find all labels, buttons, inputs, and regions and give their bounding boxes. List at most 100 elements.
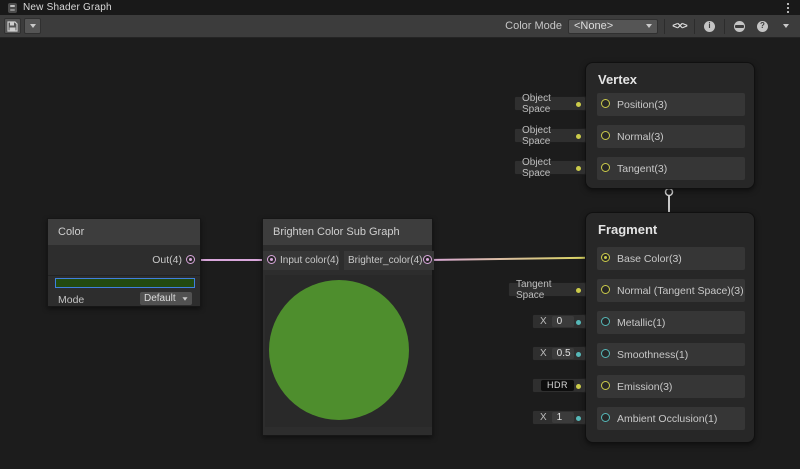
chevron-down-icon	[182, 297, 187, 300]
hdr-color-field[interactable]: HDR	[541, 380, 574, 391]
shader-graph-window: New Shader Graph Color Mode <None>	[0, 0, 800, 469]
tangent-space-pill[interactable]: Object Space	[514, 160, 586, 175]
mode-value: Default	[144, 293, 176, 304]
port-color-out[interactable]	[186, 255, 195, 264]
subgraph-output-slot[interactable]: Brighter_color(4)	[344, 251, 434, 270]
pill-port-dot	[576, 166, 581, 171]
ambient-occlusion-value-field[interactable]: 1	[552, 412, 574, 423]
port-position[interactable]	[601, 99, 610, 108]
main-preview-button[interactable]	[731, 18, 748, 34]
normal-space-pill[interactable]: Tangent Space	[508, 282, 586, 297]
fragment-slot-emission[interactable]: Emission(3)	[597, 375, 745, 398]
pill-port-dot	[576, 384, 581, 389]
subgraph-node-title: Brighten Color Sub Graph	[263, 219, 432, 245]
inspector-button[interactable]: i	[701, 18, 718, 34]
vertex-slot-tangent[interactable]: Tangent(3)	[597, 157, 745, 180]
x-label: X	[540, 412, 547, 423]
help-button[interactable]: ?	[754, 18, 771, 34]
slot-label: Ambient Occlusion(1)	[617, 413, 717, 425]
pill-port-dot	[576, 102, 581, 107]
fragment-slot-smoothness[interactable]: Smoothness(1)	[597, 343, 745, 366]
slot-label: Metallic(1)	[617, 317, 665, 329]
fragment-slot-normal[interactable]: Normal (Tangent Space)(3)	[597, 279, 745, 302]
x-label: X	[540, 316, 547, 327]
normal-space-pill[interactable]: Object Space	[514, 128, 586, 143]
fragment-slot-base-color[interactable]: Base Color(3)	[597, 247, 745, 270]
fragment-slot-metallic[interactable]: Metallic(1)	[597, 311, 745, 334]
smoothness-value-pill[interactable]: X 0.5	[532, 346, 586, 361]
toolbar-more-dropdown[interactable]	[777, 18, 794, 34]
pill-label: Object Space	[522, 125, 573, 147]
fragment-node-title: Fragment	[586, 213, 754, 237]
port-tangent[interactable]	[601, 163, 610, 172]
pill-port-dot	[576, 288, 581, 293]
smoothness-value-field[interactable]: 0.5	[552, 348, 574, 359]
brighten-color-subgraph-node[interactable]: Brighten Color Sub Graph Input color(4) …	[262, 218, 433, 436]
port-emission[interactable]	[601, 381, 610, 390]
port-brighter-color[interactable]	[423, 255, 432, 264]
save-options-dropdown[interactable]	[24, 18, 41, 34]
port-base-color[interactable]	[601, 253, 610, 262]
vertex-node[interactable]: Vertex Position(3) Normal(3) Tangent(3)	[585, 62, 755, 189]
metallic-value-field[interactable]: 0	[552, 316, 574, 327]
position-space-pill[interactable]: Object Space	[514, 96, 586, 111]
chevron-down-icon	[783, 24, 789, 28]
preview-sphere-icon	[734, 21, 745, 32]
port-normal[interactable]	[601, 131, 610, 140]
slot-label: Normal(3)	[617, 131, 664, 143]
metallic-value-pill[interactable]: X 0	[532, 314, 586, 329]
window-title: New Shader Graph	[23, 2, 112, 13]
port-metallic[interactable]	[601, 317, 610, 326]
more-menu-icon[interactable]	[787, 3, 790, 13]
pill-port-dot	[576, 352, 581, 357]
slot-label: Emission(3)	[617, 381, 672, 393]
shader-graph-asset-icon	[8, 3, 17, 13]
ambient-occlusion-value-pill[interactable]: X 1	[532, 410, 586, 425]
slot-label: Brighter_color(4)	[348, 255, 422, 266]
out-port-label: Out(4)	[152, 254, 182, 266]
pill-label: Object Space	[522, 93, 573, 115]
preview-sphere	[269, 280, 409, 420]
port-input-color[interactable]	[267, 255, 276, 264]
color-mode-dropdown[interactable]: <None>	[568, 19, 658, 34]
help-icon: ?	[757, 21, 768, 32]
color-node[interactable]: Color Out(4) Mode Default	[47, 218, 201, 307]
toolbar: Color Mode <None> <×> i ?	[0, 15, 800, 38]
save-icon	[7, 21, 18, 32]
mode-label: Mode	[58, 294, 84, 306]
toolbar-separator	[694, 19, 695, 34]
wire-subgraph-to-basecolor	[427, 258, 605, 261]
slot-label: Smoothness(1)	[617, 349, 688, 361]
x-label: X	[540, 348, 547, 359]
port-smoothness[interactable]	[601, 349, 610, 358]
color-mode-label: Color Mode	[505, 20, 562, 32]
pill-label: Object Space	[522, 157, 573, 179]
vertex-slot-normal[interactable]: Normal(3)	[597, 125, 745, 148]
color-mode-value: <None>	[574, 20, 613, 32]
info-icon: i	[704, 21, 715, 32]
color-node-title: Color	[48, 219, 200, 245]
emission-hdr-pill[interactable]: HDR	[532, 378, 586, 393]
vertex-slot-position[interactable]: Position(3)	[597, 93, 745, 116]
toolbar-separator	[724, 19, 725, 34]
slot-label: Tangent(3)	[617, 163, 667, 175]
vertex-node-title: Vertex	[586, 63, 754, 87]
port-ambient-occlusion[interactable]	[601, 413, 610, 422]
color-mode-select[interactable]: Default	[140, 292, 192, 305]
view-code-button[interactable]: <×>	[671, 18, 688, 34]
color-swatch-field[interactable]	[55, 278, 195, 288]
pill-port-dot	[576, 134, 581, 139]
port-normal-ts[interactable]	[601, 285, 610, 294]
node-divider	[48, 275, 200, 276]
slot-label: Normal (Tangent Space)(3)	[617, 285, 744, 297]
chevron-down-icon	[30, 24, 36, 28]
node-preview	[265, 275, 432, 427]
pill-port-dot	[576, 320, 581, 325]
slot-label: Position(3)	[617, 99, 667, 111]
fragment-slot-ambient-occlusion[interactable]: Ambient Occlusion(1)	[597, 407, 745, 430]
subgraph-input-slot[interactable]: Input color(4)	[263, 251, 339, 270]
save-button[interactable]	[4, 18, 21, 34]
graph-canvas[interactable]: Vertex Position(3) Normal(3) Tangent(3) …	[0, 38, 800, 469]
fragment-node[interactable]: Fragment Base Color(3) Normal (Tangent S…	[585, 212, 755, 443]
slot-label: Base Color(3)	[617, 253, 682, 265]
